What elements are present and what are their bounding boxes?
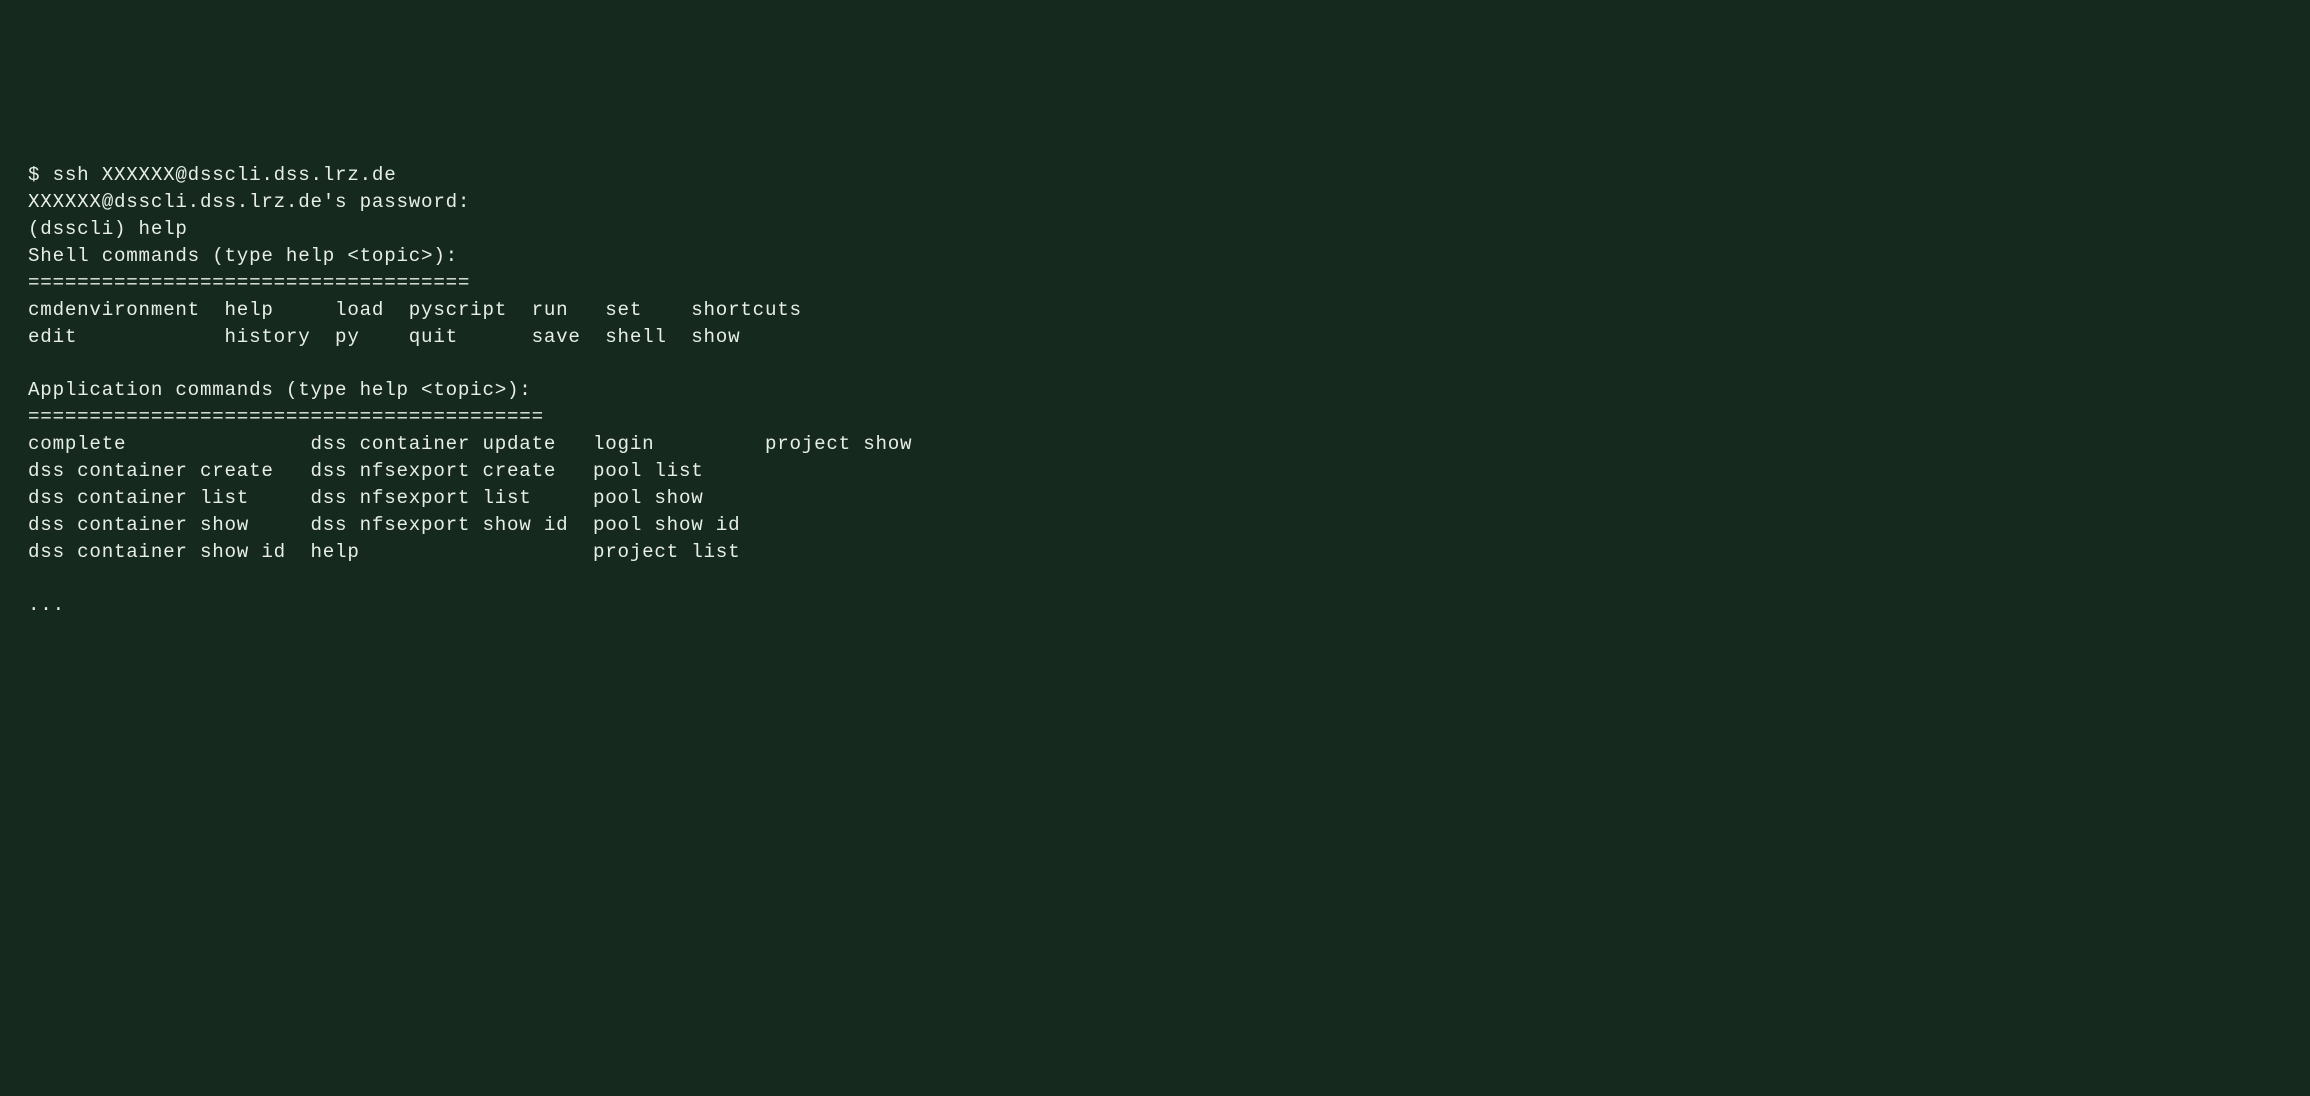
terminal-line: dss container show id help project list [28,541,740,563]
terminal-output: $ ssh XXXXXX@dsscli.dss.lrz.de XXXXXX@ds… [28,136,1512,620]
terminal-line: dss container show dss nfsexport show id… [28,514,740,536]
terminal-line: Shell commands (type help <topic>): [28,245,458,267]
terminal-line: XXXXXX@dsscli.dss.lrz.de's password: [28,191,470,213]
terminal-line: dss container create dss nfsexport creat… [28,460,704,482]
terminal-line: ========================================… [28,406,544,428]
terminal-line: Application commands (type help <topic>)… [28,379,532,401]
terminal-line: edit history py quit save shell show [28,326,740,348]
terminal-line: complete dss container update login proj… [28,433,912,455]
terminal-line: (dsscli) help [28,218,188,240]
terminal-line: $ ssh XXXXXX@dsscli.dss.lrz.de [28,164,396,186]
terminal-line: cmdenvironment help load pyscript run se… [28,299,802,321]
terminal-line: ... [28,594,65,616]
terminal-line: ==================================== [28,272,470,294]
terminal-line: dss container list dss nfsexport list po… [28,487,704,509]
